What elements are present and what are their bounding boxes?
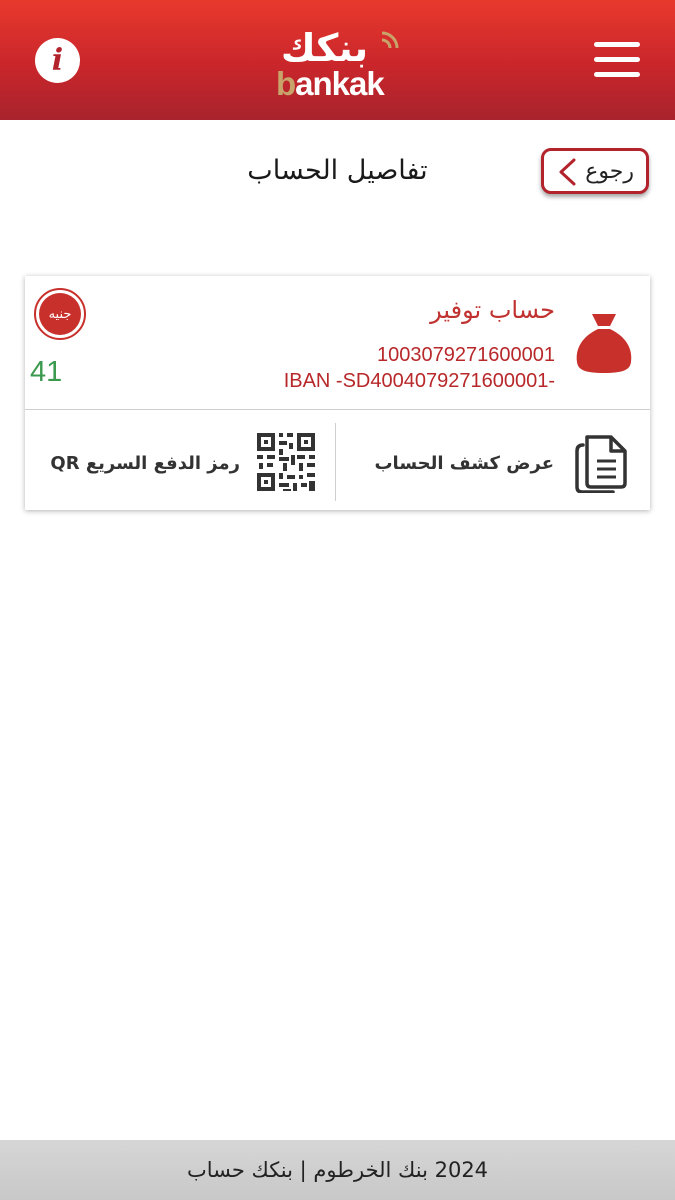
back-button-label: رجوع <box>585 158 634 184</box>
currency-label: جنيه <box>39 293 81 335</box>
logo-latin: bankak <box>276 65 385 102</box>
account-card[interactable]: حساب توفير 1003079271600001 IBAN -SD4004… <box>25 276 650 510</box>
app-header: i بنكك bankak <box>0 0 675 120</box>
account-number: 1003079271600001 <box>377 344 555 366</box>
hamburger-menu-icon[interactable] <box>594 42 640 78</box>
account-balance: 41 <box>30 356 63 388</box>
card-divider <box>25 409 650 410</box>
back-button[interactable]: رجوع <box>541 148 649 194</box>
footer-text: 2024 بنك الخرطوم | بنكك حساب <box>186 1158 489 1182</box>
documents-icon[interactable] <box>573 431 629 493</box>
qr-code-icon[interactable] <box>255 431 317 493</box>
info-icon[interactable]: i <box>35 38 80 83</box>
page-title: تفاصيل الحساب <box>247 155 428 186</box>
app-footer: 2024 بنك الخرطوم | بنكك حساب <box>0 1140 675 1200</box>
currency-badge: جنيه <box>34 288 86 340</box>
account-iban: IBAN -SD4004079271600001- <box>283 370 555 392</box>
money-bag-icon <box>576 314 632 373</box>
account-statement-button[interactable]: عرض كشف الحساب <box>334 453 554 474</box>
chevron-left-icon <box>559 158 576 186</box>
signal-waves-icon <box>381 31 399 49</box>
account-name: حساب توفير <box>430 296 555 324</box>
qr-payment-button[interactable]: رمز الدفع السريع QR <box>25 453 240 474</box>
bankak-logo: بنكك bankak <box>262 24 412 104</box>
